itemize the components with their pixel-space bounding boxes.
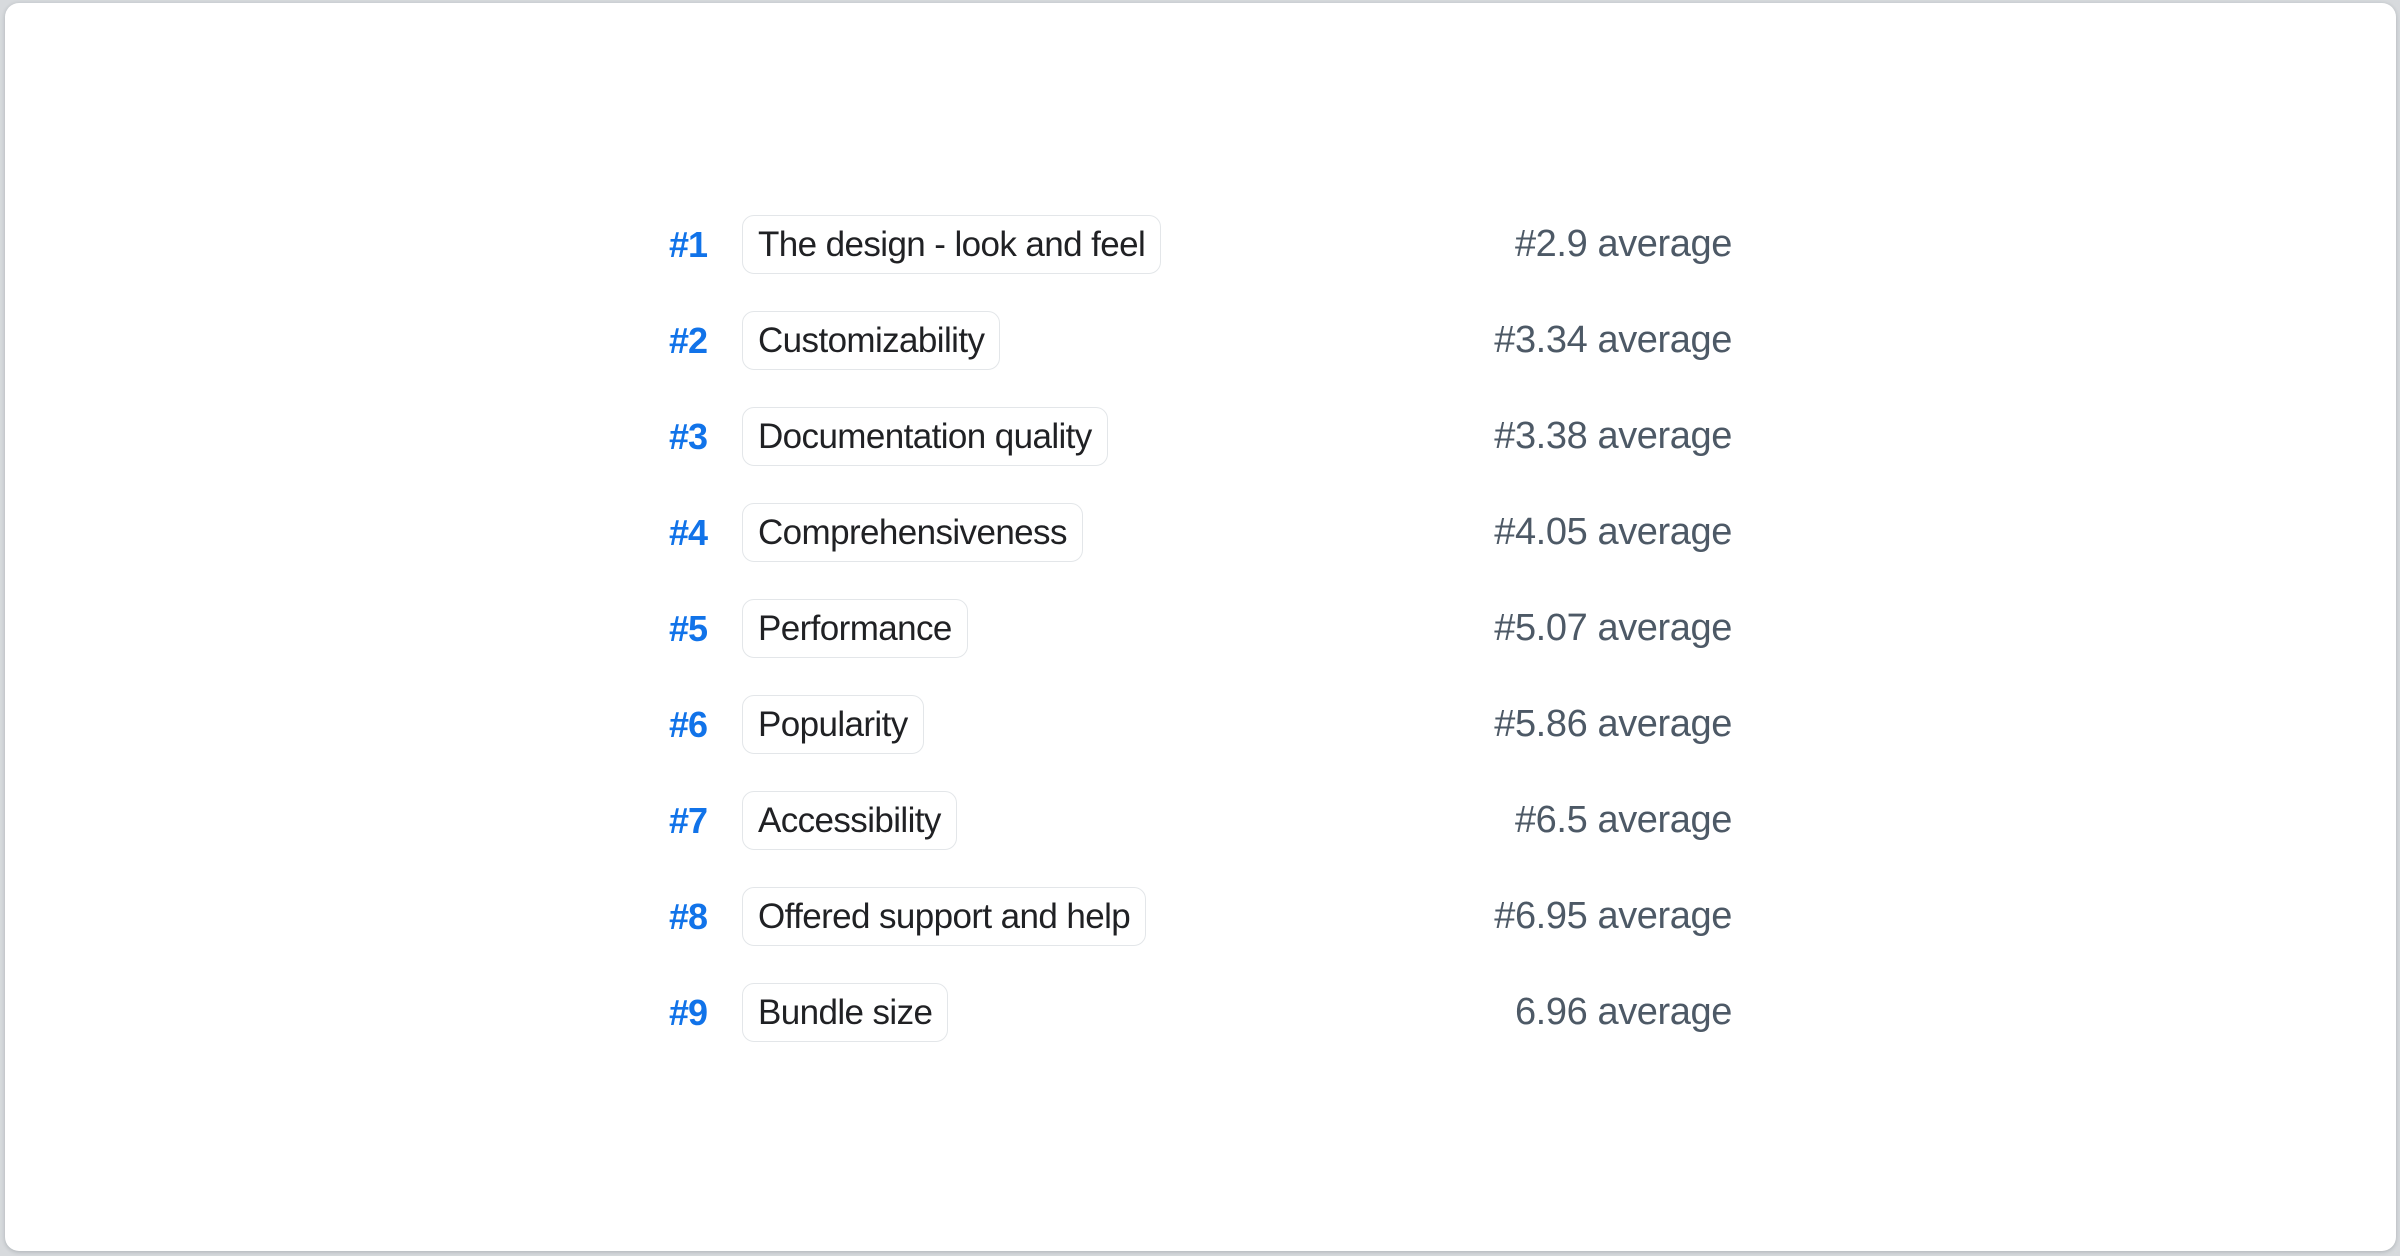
ranking-row: #3 Documentation quality #3.38 average xyxy=(669,406,1732,467)
ranking-row: #1 The design - look and feel #2.9 avera… xyxy=(669,214,1732,275)
ranking-row: #8 Offered support and help #6.95 averag… xyxy=(669,886,1732,947)
average-score: #6.95 average xyxy=(1494,895,1732,938)
average-score: #5.86 average xyxy=(1494,703,1732,746)
rank-badge: #1 xyxy=(669,224,711,266)
ranking-row: #7 Accessibility #6.5 average xyxy=(669,790,1732,851)
option-label-chip[interactable]: Comprehensiveness xyxy=(742,503,1083,562)
rank-badge: #6 xyxy=(669,704,711,746)
option-label-chip[interactable]: Performance xyxy=(742,599,968,658)
option-label-chip[interactable]: Documentation quality xyxy=(742,407,1108,466)
option-label-chip[interactable]: The design - look and feel xyxy=(742,215,1161,274)
ranking-row: #5 Performance #5.07 average xyxy=(669,598,1732,659)
option-label-chip[interactable]: Customizability xyxy=(742,311,1000,370)
average-score: #6.5 average xyxy=(1515,799,1732,842)
rank-badge: #4 xyxy=(669,512,711,554)
rank-badge: #8 xyxy=(669,896,711,938)
rank-badge: #7 xyxy=(669,800,711,842)
option-label-chip[interactable]: Accessibility xyxy=(742,791,957,850)
ranking-row: #4 Comprehensiveness #4.05 average xyxy=(669,502,1732,563)
rank-badge: #3 xyxy=(669,416,711,458)
average-score: #3.34 average xyxy=(1494,319,1732,362)
ranking-row: #2 Customizability #3.34 average xyxy=(669,310,1732,371)
rank-badge: #5 xyxy=(669,608,711,650)
average-score: #5.07 average xyxy=(1494,607,1732,650)
ranking-row: #6 Popularity #5.86 average xyxy=(669,694,1732,755)
option-label-chip[interactable]: Offered support and help xyxy=(742,887,1146,946)
average-score: #3.38 average xyxy=(1494,415,1732,458)
average-score: #2.9 average xyxy=(1515,223,1732,266)
option-label-chip[interactable]: Popularity xyxy=(742,695,924,754)
average-score: #4.05 average xyxy=(1494,511,1732,554)
rank-badge: #9 xyxy=(669,992,711,1034)
results-card: #1 The design - look and feel #2.9 avera… xyxy=(5,3,2396,1251)
rank-badge: #2 xyxy=(669,320,711,362)
option-label-chip[interactable]: Bundle size xyxy=(742,983,948,1042)
ranking-list: #1 The design - look and feel #2.9 avera… xyxy=(669,3,1732,1043)
ranking-row: #9 Bundle size 6.96 average xyxy=(669,982,1732,1043)
average-score: 6.96 average xyxy=(1515,991,1732,1034)
